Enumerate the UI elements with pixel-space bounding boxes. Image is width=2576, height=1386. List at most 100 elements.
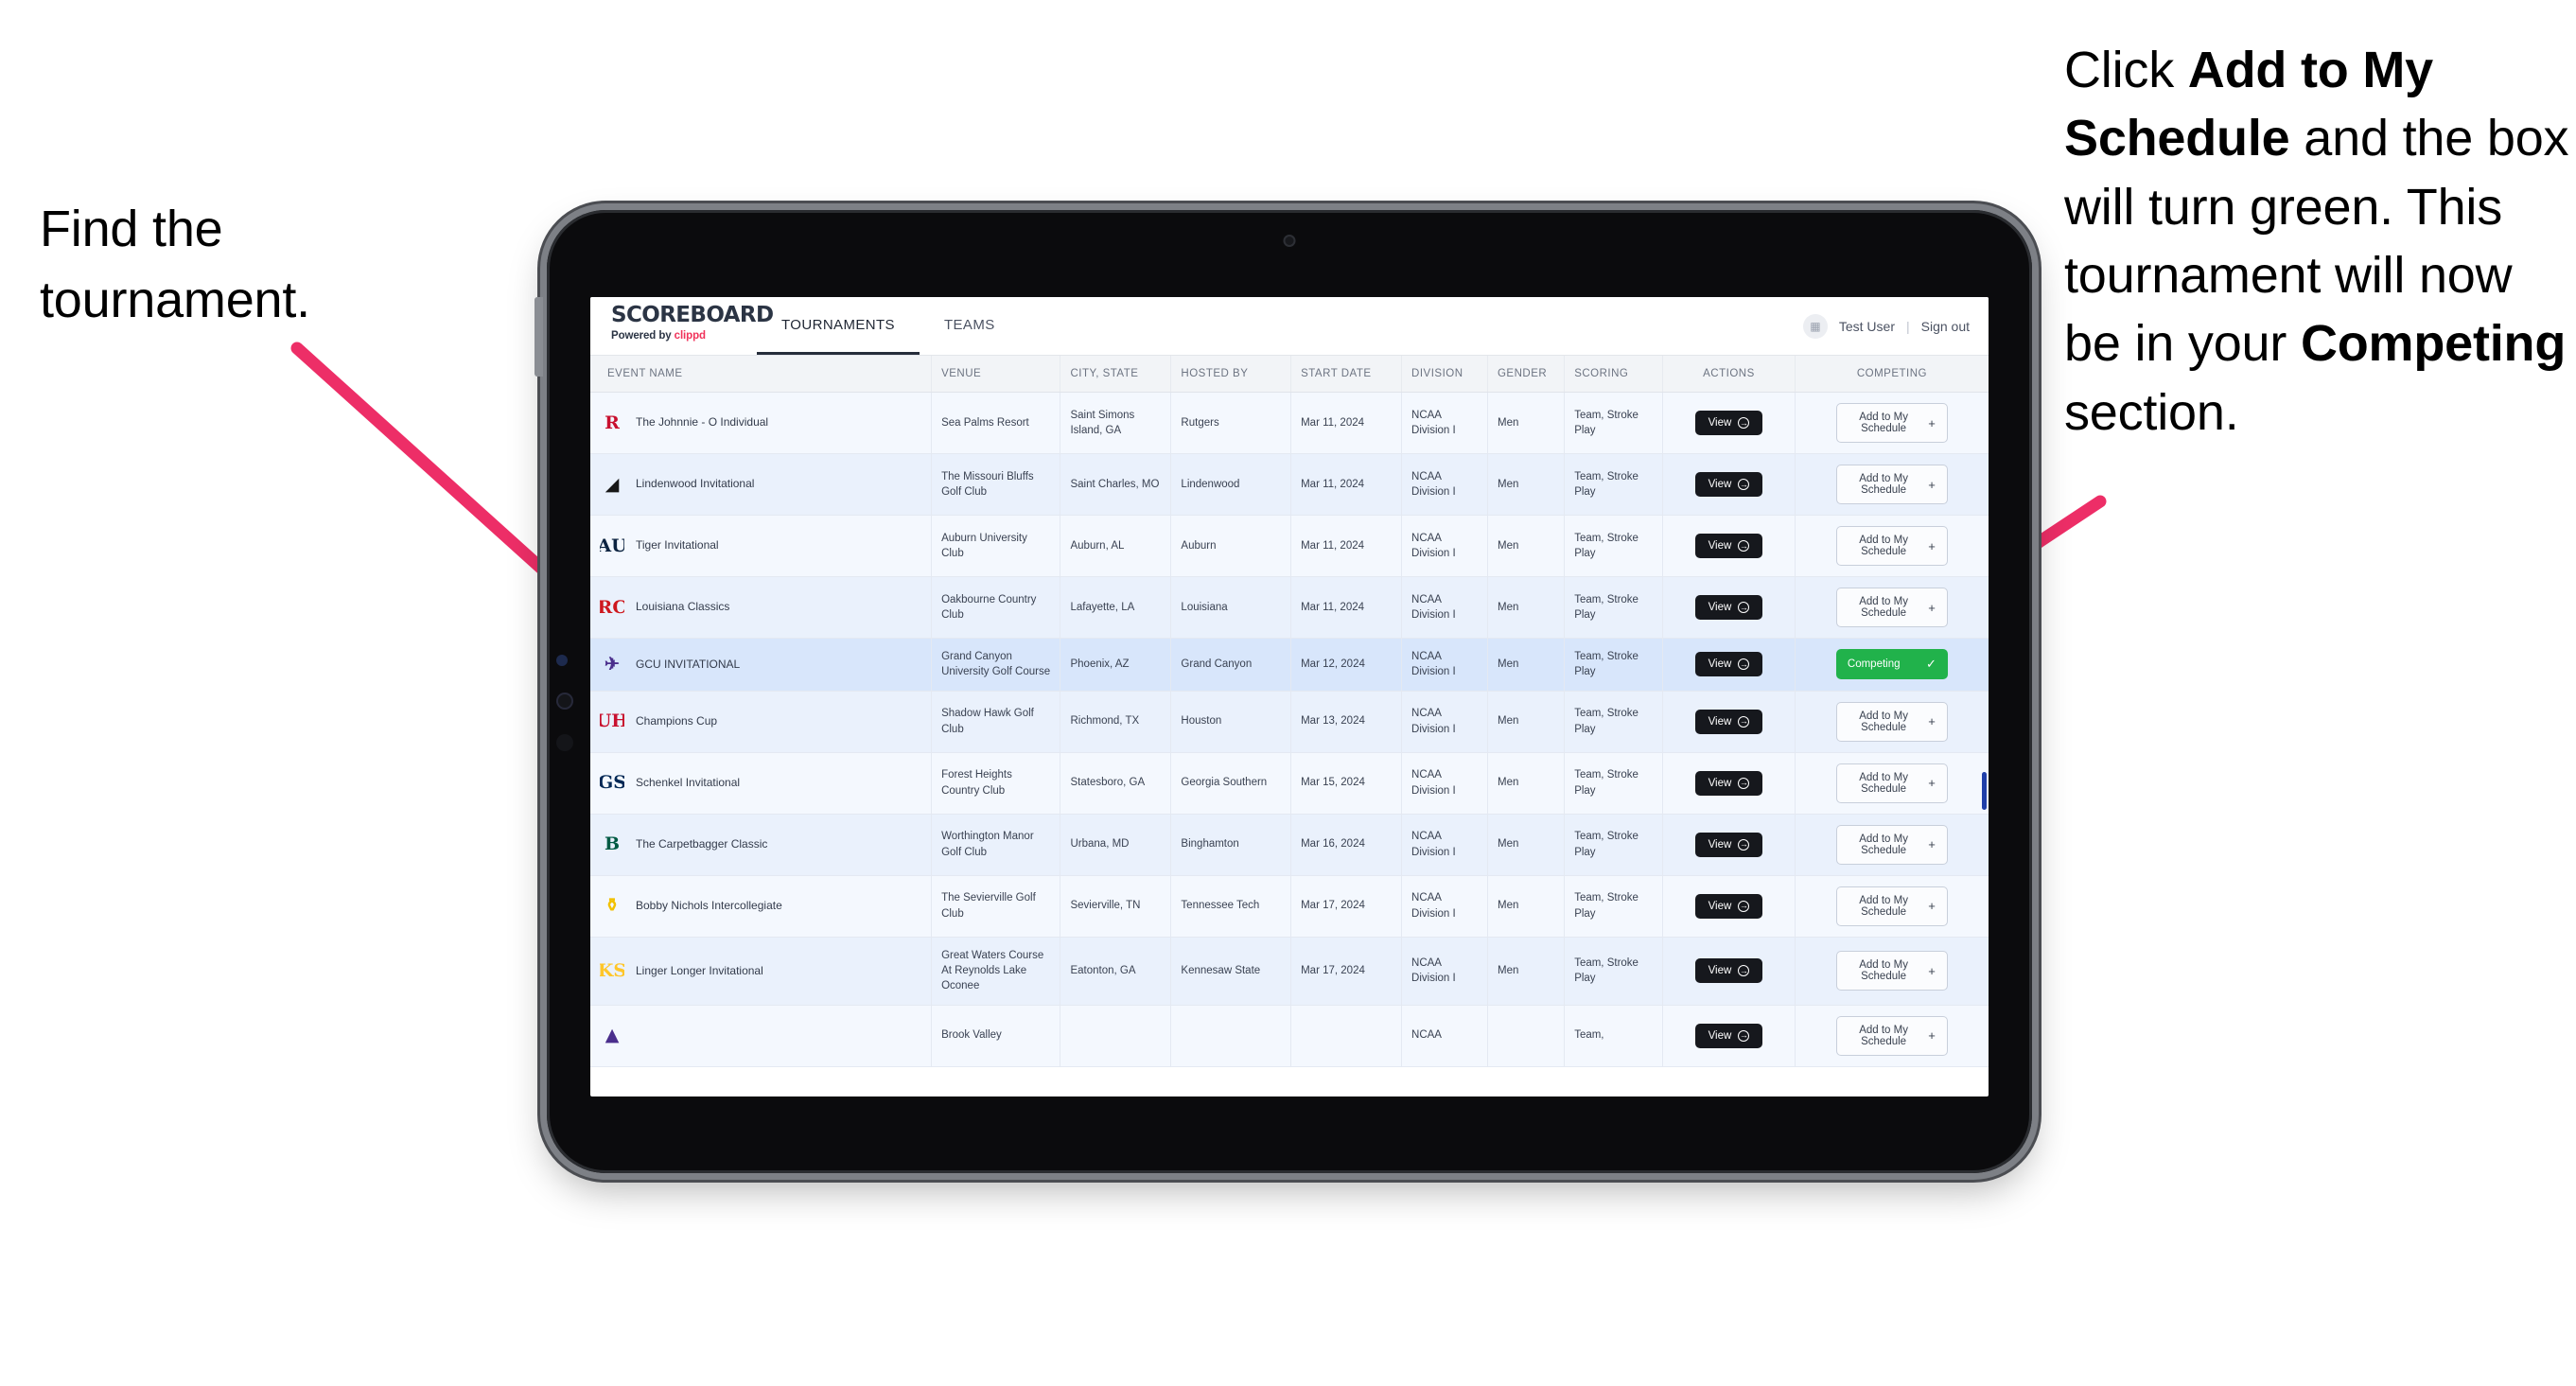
view-button[interactable]: View → xyxy=(1694,1023,1763,1048)
tournaments-table-container[interactable]: EVENT NAME VENUE CITY, STATE HOSTED BY S… xyxy=(590,356,1989,1097)
table-row[interactable]: ⚱ Bobby Nichols Intercollegiate The Sevier… xyxy=(590,875,1989,938)
cell-city-state: Sevierville, TN xyxy=(1060,875,1172,938)
cell-venue: Worthington Manor Golf Club xyxy=(931,814,1061,876)
cell-city-state: Richmond, TX xyxy=(1060,691,1172,753)
add-to-my-schedule-button[interactable]: Add to My Schedule + xyxy=(1835,824,1948,865)
competing-button[interactable]: Competing ✓ xyxy=(1835,649,1948,680)
main-tabs: TOURNAMENTS TEAMS xyxy=(757,297,1020,355)
vertical-scrollbar[interactable] xyxy=(1982,772,1987,810)
view-button[interactable]: View → xyxy=(1694,472,1763,497)
view-button[interactable]: View → xyxy=(1694,595,1763,620)
add-to-my-schedule-button[interactable]: Add to My Schedule + xyxy=(1835,951,1948,991)
add-to-my-schedule-button[interactable]: Add to My Schedule + xyxy=(1835,588,1948,627)
column-header-hosted-by[interactable]: HOSTED BY xyxy=(1170,356,1292,393)
tournaments-table: EVENT NAME VENUE CITY, STATE HOSTED BY S… xyxy=(590,356,1989,1067)
tab-teams[interactable]: TEAMS xyxy=(920,297,1020,355)
table-row[interactable]: RC Louisiana Classics Oakbourne Country Cl… xyxy=(590,576,1989,639)
plus-icon: + xyxy=(1928,963,1936,978)
brand-subtitle: Powered by clippd xyxy=(611,330,757,342)
brand-logo[interactable]: SCOREBOARD Powered by clippd xyxy=(590,297,774,355)
add-to-my-schedule-button[interactable]: Add to My Schedule + xyxy=(1835,886,1948,926)
view-button[interactable]: View → xyxy=(1694,832,1763,857)
table-row[interactable]: B The Carpetbagger Classic Worthington Man… xyxy=(590,814,1989,876)
add-to-my-schedule-button[interactable]: Add to My Schedule + xyxy=(1835,526,1948,566)
cell-competing: Add to My Schedule + xyxy=(1795,515,1989,577)
cell-event-name: KS Linger Longer Invitational xyxy=(590,937,933,1006)
cell-scoring: Team, Stroke Play xyxy=(1564,875,1664,938)
tablet-device: SCOREBOARD Powered by clippd TOURNAMENTS… xyxy=(534,210,2032,1173)
volume-button[interactable] xyxy=(534,297,543,377)
cell-start-date: Mar 11, 2024 xyxy=(1290,392,1403,454)
page-root: Find the tournament. Click Add to My Sch… xyxy=(0,0,2576,1386)
event-name-text: Lindenwood Invitational xyxy=(636,477,755,491)
event-name-text: The Johnnie - O Individual xyxy=(636,415,769,430)
arrow-right-circle-icon: → xyxy=(1738,900,1750,912)
cell-scoring: Team, Stroke Play xyxy=(1564,392,1664,454)
table-header: EVENT NAME VENUE CITY, STATE HOSTED BY S… xyxy=(590,356,1989,393)
table-row[interactable]: KS Linger Longer Invitational Great Waters… xyxy=(590,937,1989,1006)
view-button[interactable]: View → xyxy=(1694,709,1763,734)
tab-tournaments[interactable]: TOURNAMENTS xyxy=(757,297,920,355)
column-header-scoring[interactable]: SCORING xyxy=(1564,356,1664,393)
avatar[interactable]: ▦ xyxy=(1802,313,1828,339)
table-row[interactable]: UH Champions Cup Shadow Hawk Golf Club Rich… xyxy=(590,691,1989,753)
column-header-event-name[interactable]: EVENT NAME xyxy=(590,356,933,393)
cell-gender: Men xyxy=(1487,875,1566,938)
clippd-wordmark: clippd xyxy=(674,330,706,342)
cell-actions: View → xyxy=(1662,576,1796,639)
view-button[interactable]: View → xyxy=(1694,770,1763,796)
cell-actions: View → xyxy=(1662,814,1796,876)
add-to-my-schedule-button[interactable]: Add to My Schedule + xyxy=(1835,701,1948,742)
cell-division: NCAA Division I xyxy=(1401,638,1488,692)
cell-venue: Brook Valley xyxy=(931,1005,1061,1067)
cell-division: NCAA Division I xyxy=(1401,814,1488,876)
add-to-my-schedule-button[interactable]: Add to My Schedule + xyxy=(1835,763,1948,803)
view-button[interactable]: View → xyxy=(1694,652,1763,677)
view-button[interactable]: View → xyxy=(1694,958,1763,984)
column-header-gender[interactable]: GENDER xyxy=(1487,356,1566,393)
view-button[interactable]: View → xyxy=(1694,893,1763,919)
table-row[interactable]: ▲ Brook Valley NCAA Team, View → Add to My Sch… xyxy=(590,1005,1989,1067)
cell-hosted-by: Tennessee Tech xyxy=(1170,875,1292,938)
cell-event-name: ◢ Lindenwood Invitational xyxy=(590,453,933,516)
plus-icon: + xyxy=(1928,714,1936,729)
cell-hosted-by: Georgia Southern xyxy=(1170,752,1292,815)
add-to-my-schedule-label: Add to My Schedule xyxy=(1859,412,1908,434)
add-to-my-schedule-button[interactable]: Add to My Schedule + xyxy=(1835,465,1948,504)
column-header-city-state[interactable]: CITY, STATE xyxy=(1060,356,1172,393)
cell-start-date: Mar 11, 2024 xyxy=(1290,576,1403,639)
table-row[interactable]: ✈ GCU INVITATIONAL Grand Canyon University… xyxy=(590,638,1989,692)
view-label: View xyxy=(1708,965,1732,977)
competing-label: Competing xyxy=(1847,658,1901,671)
cell-hosted-by: Rutgers xyxy=(1170,392,1292,454)
cell-actions: View → xyxy=(1662,937,1796,1006)
add-to-my-schedule-label: Add to My Schedule xyxy=(1859,833,1908,856)
column-header-division[interactable]: DIVISION xyxy=(1401,356,1488,393)
table-header-row: EVENT NAME VENUE CITY, STATE HOSTED BY S… xyxy=(590,356,1989,393)
column-header-start-date[interactable]: START DATE xyxy=(1290,356,1403,393)
column-header-venue[interactable]: VENUE xyxy=(931,356,1061,393)
sign-out-link[interactable]: Sign out xyxy=(1921,319,1970,334)
cell-scoring: Team, Stroke Play xyxy=(1564,638,1664,692)
add-to-my-schedule-label: Add to My Schedule xyxy=(1859,1024,1908,1047)
cell-actions: View → xyxy=(1662,691,1796,753)
cell-hosted-by: Lindenwood xyxy=(1170,453,1292,516)
table-row[interactable]: R The Johnnie - O Individual Sea Palms Res… xyxy=(590,392,1989,454)
cell-venue: Oakbourne Country Club xyxy=(931,576,1061,639)
cell-venue: The Missouri Bluffs Golf Club xyxy=(931,453,1061,516)
table-row[interactable]: GS Schenkel Invitational Forest Heights Co… xyxy=(590,752,1989,815)
plus-icon: + xyxy=(1928,837,1936,852)
cell-gender: Men xyxy=(1487,392,1566,454)
cell-hosted-by: Louisiana xyxy=(1170,576,1292,639)
cell-city-state: Statesboro, GA xyxy=(1060,752,1172,815)
cell-event-name: AU Tiger Invitational xyxy=(590,515,933,577)
side-indicator-dot xyxy=(556,655,568,666)
add-to-my-schedule-button[interactable]: Add to My Schedule + xyxy=(1835,403,1948,443)
view-button[interactable]: View → xyxy=(1694,411,1763,435)
add-to-my-schedule-button[interactable]: Add to My Schedule + xyxy=(1835,1015,1948,1056)
table-row[interactable]: ◢ Lindenwood Invitational The Missouri Blu… xyxy=(590,453,1989,516)
cell-city-state: Saint Simons Island, GA xyxy=(1060,392,1172,454)
table-row[interactable]: AU Tiger Invitational Auburn University Cl… xyxy=(590,515,1989,577)
view-button[interactable]: View → xyxy=(1694,534,1763,558)
add-to-my-schedule-label: Add to My Schedule xyxy=(1859,535,1908,557)
